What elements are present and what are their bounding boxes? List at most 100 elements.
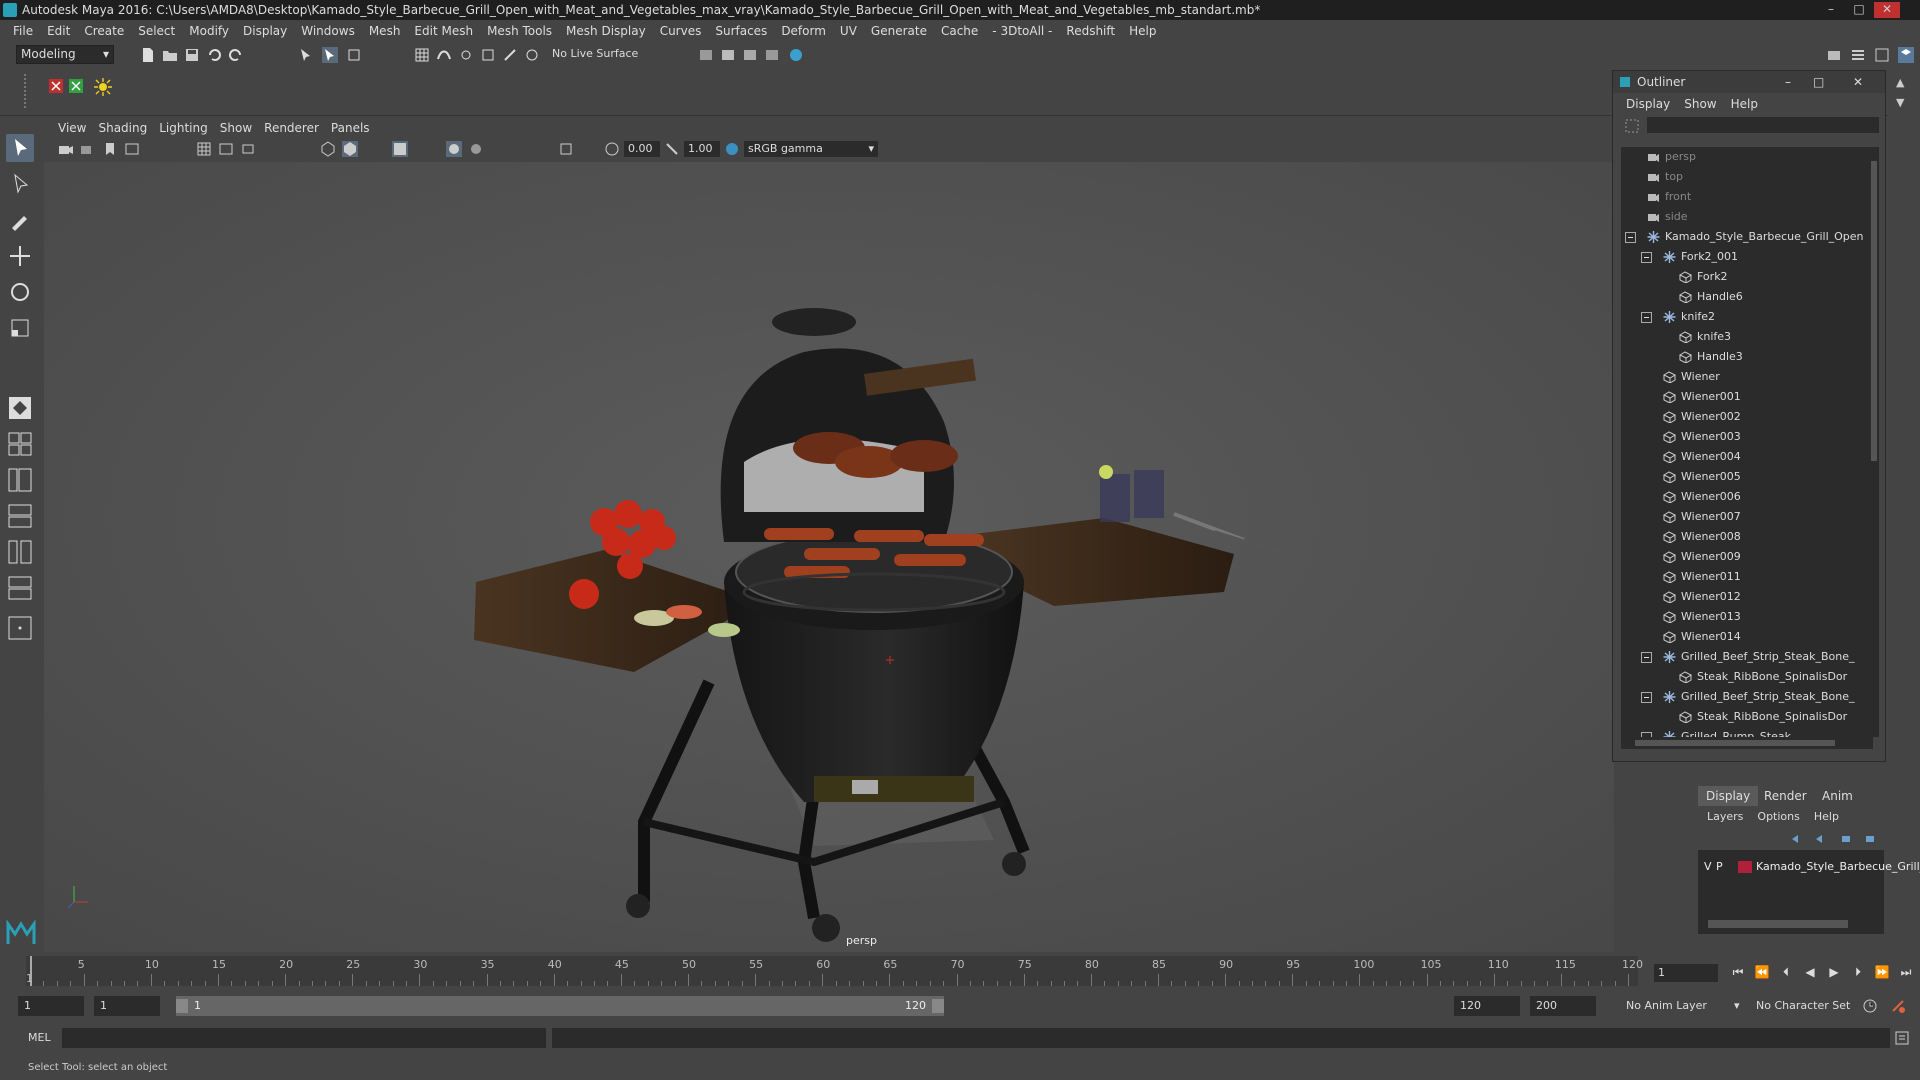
time-ruler[interactable]: 5 10 15 20 25 30 35 40 45 50 55 60 65 70 75 80 85 90 95 100… [26, 956, 1643, 986]
layer-playback-toggle[interactable]: P [1716, 858, 1723, 876]
step-forward-key-icon[interactable]: ⏩ [1874, 964, 1890, 980]
character-set-select[interactable]: No Character Set [1756, 996, 1850, 1016]
menu-create[interactable]: Create [77, 24, 131, 38]
menu-mesh[interactable]: Mesh [362, 24, 408, 38]
layer-visible-toggle[interactable]: V [1704, 858, 1712, 876]
outliner-item[interactable]: Wiener009 [1621, 547, 1873, 567]
shelf-green-icon[interactable] [68, 78, 84, 94]
outliner-vertical-scrollbar[interactable] [1869, 147, 1879, 737]
layer-scrollbar[interactable] [1708, 920, 1848, 928]
menu-edit-mesh[interactable]: Edit Mesh [407, 24, 480, 38]
sun-light-icon[interactable] [94, 78, 112, 96]
3d-viewport[interactable] [44, 162, 1614, 952]
tab-anim[interactable]: Anim [1814, 786, 1861, 806]
vp-menu-shading[interactable]: Shading [92, 121, 153, 135]
custom-layout-button[interactable] [6, 614, 34, 642]
menu-mesh-tools[interactable]: Mesh Tools [480, 24, 559, 38]
menu-edit[interactable]: Edit [40, 24, 77, 38]
collapse-toggle-icon[interactable] [1641, 652, 1652, 663]
outliner-item[interactable]: Wiener005 [1621, 467, 1873, 487]
live-surface-label[interactable]: No Live Surface [552, 47, 638, 60]
anim-start-field[interactable]: 1 [18, 996, 84, 1016]
ipr-render-icon[interactable] [742, 47, 758, 63]
open-scene-icon[interactable] [162, 47, 178, 63]
outliner-horizontal-scrollbar[interactable] [1621, 737, 1873, 749]
outliner-item[interactable]: side [1621, 207, 1873, 227]
menu-curves[interactable]: Curves [653, 24, 709, 38]
gamma-icon[interactable] [664, 141, 680, 157]
menu-windows[interactable]: Windows [294, 24, 362, 38]
outliner-item[interactable]: front [1621, 187, 1873, 207]
outliner-item[interactable]: Grilled_Beef_Strip_Steak_Bone_ [1621, 647, 1873, 667]
snap-surface-icon[interactable] [524, 47, 540, 63]
outliner-menu-help[interactable]: Help [1724, 97, 1765, 111]
smooth-shade-icon[interactable] [342, 141, 358, 157]
camera-icon[interactable] [58, 141, 74, 157]
persp-outliner-layout-button[interactable] [6, 466, 34, 494]
scrollbar-thumb[interactable] [1871, 161, 1877, 461]
camera-lock-icon[interactable] [80, 141, 96, 157]
scale-tool-button[interactable] [6, 314, 34, 342]
textured-icon[interactable] [392, 141, 408, 157]
shelf-handle-icon[interactable] [24, 74, 34, 108]
paint-select-tool-button[interactable] [6, 206, 34, 234]
vp-menu-renderer[interactable]: Renderer [258, 121, 325, 135]
mel-language-toggle[interactable]: MEL [28, 1031, 51, 1044]
outliner-item[interactable]: Wiener013 [1621, 607, 1873, 627]
layer-name[interactable]: Kamado_Style_Barbecue_Grill_ [1756, 858, 1920, 876]
persp-uv-layout-button[interactable] [6, 574, 34, 602]
layer-menu-options[interactable]: Options [1750, 810, 1806, 823]
color-space-select[interactable]: sRGB gamma ▾ [744, 141, 878, 157]
menu-file[interactable]: File [6, 24, 40, 38]
close-button[interactable]: ✕ [1874, 2, 1900, 18]
outliner-item[interactable]: Wiener [1621, 367, 1873, 387]
step-back-frame-icon[interactable]: ⏴ [1778, 964, 1794, 980]
lasso-tool-button[interactable] [6, 170, 34, 198]
outliner-item[interactable]: Handle3 [1621, 347, 1873, 367]
outliner-menu-show[interactable]: Show [1677, 97, 1723, 111]
grid-toggle-icon[interactable] [196, 141, 212, 157]
render-settings-icon[interactable] [698, 47, 714, 63]
redo-icon[interactable] [228, 47, 244, 63]
shelf-red-icon[interactable] [48, 78, 64, 94]
outliner-maximize-button[interactable]: □ [1813, 71, 1824, 93]
color-management-icon[interactable] [724, 141, 740, 157]
outliner-item[interactable]: Wiener007 [1621, 507, 1873, 527]
arrow-down-icon[interactable]: ▼ [1896, 96, 1904, 109]
outliner-search-input[interactable] [1647, 117, 1879, 133]
outliner-item[interactable]: Wiener008 [1621, 527, 1873, 547]
menu-modify[interactable]: Modify [182, 24, 236, 38]
film-gate-icon[interactable] [218, 141, 234, 157]
go-to-end-icon[interactable]: ⏭ [1898, 964, 1914, 980]
bookmark-icon[interactable] [102, 141, 118, 157]
tab-render[interactable]: Render [1756, 786, 1815, 806]
outliner-titlebar[interactable]: Outliner – □ ✕ [1613, 71, 1885, 93]
exposure-field[interactable]: 0.00 [624, 141, 660, 157]
collapse-toggle-icon[interactable] [1641, 692, 1652, 703]
step-forward-frame-icon[interactable]: ⏵ [1850, 964, 1866, 980]
preferences-icon[interactable] [1890, 998, 1906, 1014]
persp-hypershade-layout-button[interactable] [6, 538, 34, 566]
vp-menu-lighting[interactable]: Lighting [153, 121, 214, 135]
outliner-item[interactable]: persp [1621, 147, 1873, 167]
outliner-item[interactable]: Grilled_Rump_Steak [1621, 727, 1873, 737]
outliner-item[interactable]: Wiener001 [1621, 387, 1873, 407]
arrow-up-icon[interactable]: ▲ [1896, 76, 1904, 89]
make-live-icon[interactable] [502, 47, 518, 63]
menu-deform[interactable]: Deform [774, 24, 833, 38]
outliner-item[interactable]: top [1621, 167, 1873, 187]
channel-box-icon[interactable] [1898, 47, 1914, 63]
menu-redshift[interactable]: Redshift [1059, 24, 1122, 38]
outliner-item[interactable]: knife2 [1621, 307, 1873, 327]
menu-cache[interactable]: Cache [934, 24, 985, 38]
anim-layer-select[interactable]: No Anim Layer [1626, 996, 1707, 1016]
play-forward-icon[interactable]: ▶ [1826, 964, 1842, 980]
filter-icon[interactable] [1625, 119, 1639, 133]
outliner-item[interactable]: Steak_RibBone_SpinalisDor [1621, 667, 1873, 687]
tool-settings-icon[interactable] [1874, 47, 1890, 63]
menu-generate[interactable]: Generate [864, 24, 934, 38]
snap-grid-icon[interactable] [414, 47, 430, 63]
outliner-minimize-button[interactable]: – [1785, 71, 1791, 93]
menuset-select[interactable]: Modeling ▾ [16, 45, 114, 64]
select-object-icon[interactable] [322, 47, 338, 63]
